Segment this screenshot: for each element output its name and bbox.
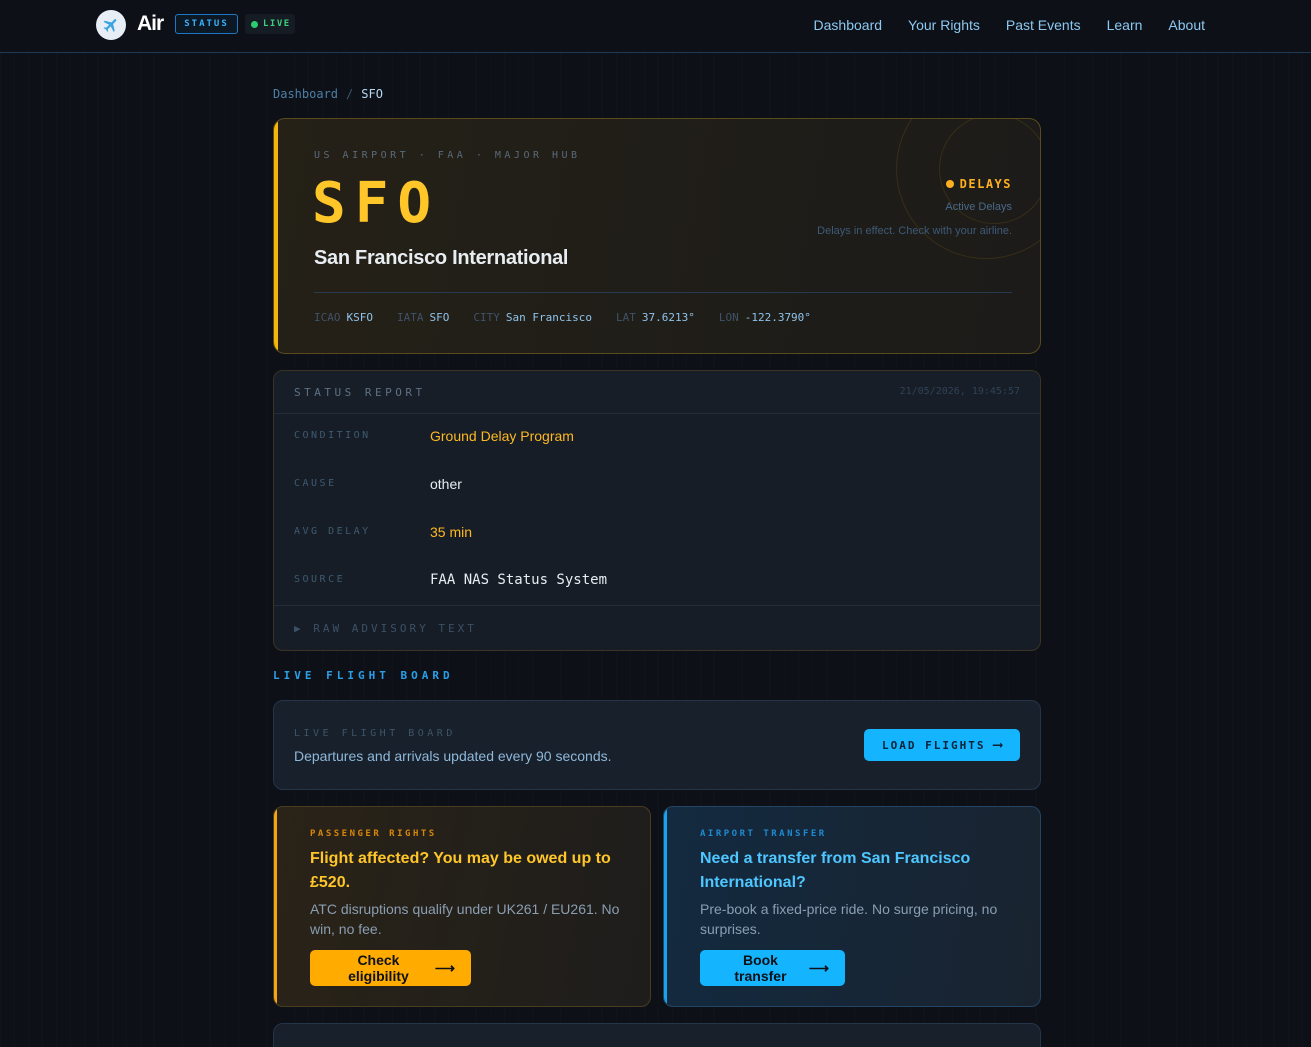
promo-accent-bar (274, 807, 277, 1006)
meta-key: LON (718, 311, 739, 324)
nav-link-past-events[interactable]: Past Events (1006, 17, 1081, 33)
top-navbar: Air STATUS LIVE Dashboard Your Rights Pa… (0, 0, 1311, 53)
report-row-value: other (430, 476, 462, 492)
meta-city: CITY San Francisco (473, 311, 592, 324)
meta-key: LAT (615, 311, 636, 324)
book-transfer-label: Book transfer (734, 952, 787, 984)
meta-lon: LON -122.3790° (719, 311, 811, 324)
report-row-value: 35 min (430, 524, 473, 540)
meta-lat: LAT 37.6213° (616, 311, 695, 324)
delay-status-description: Delays in effect. Check with your airlin… (817, 225, 1012, 237)
status-report-header: STATUS REPORT 21/05/2026, 19:45:57 (274, 371, 1040, 414)
check-eligibility-button[interactable]: Check eligibility ⟶ (310, 950, 471, 986)
meta-value: -122.3790° (744, 311, 811, 324)
meta-value: KSFO (346, 311, 374, 324)
raw-advisory-toggle[interactable]: ▶ RAW ADVISORY TEXT (274, 605, 1040, 650)
live-dot-icon (251, 20, 258, 28)
status-report-timestamp: 21/05/2026, 19:45:57 (899, 386, 1020, 397)
promo-title: Flight affected? You may be owed up to £… (310, 850, 611, 891)
status-dot-icon (945, 180, 954, 188)
delay-status-subtitle: Active Delays (945, 201, 1012, 213)
next-section-card (273, 1023, 1041, 1047)
promo-title: Need a transfer from San Francisco Inter… (700, 850, 971, 891)
report-row-key: CAUSE (294, 478, 337, 489)
airport-hero-card: US AIRPORT · FAA · MAJOR HUB SFO San Fra… (273, 118, 1041, 354)
status-report-card: STATUS REPORT 21/05/2026, 19:45:57 CONDI… (273, 370, 1041, 651)
nav-links: Dashboard Your Rights Past Events Learn … (814, 17, 1205, 33)
promo-kicker: AIRPORT TRANSFER (700, 829, 827, 839)
breadcrumb-current: SFO (361, 87, 383, 101)
airport-transfer-card: AIRPORT TRANSFER Need a transfer from Sa… (663, 806, 1041, 1007)
airplane-icon[interactable] (96, 10, 126, 40)
arrow-right-icon: ⟶ (434, 959, 455, 976)
load-flights-button[interactable]: LOAD FLIGHTS ⟶ (864, 729, 1020, 761)
book-transfer-button[interactable]: Book transfer ⟶ (700, 950, 845, 986)
report-row-key: CONDITION (294, 430, 371, 441)
report-row-avg-delay: AVG DELAY 35 min (274, 510, 1040, 558)
airport-meta: ICAO KSFO IATA SFO CITY San Francisco LAT 37… (314, 311, 811, 324)
meta-icao: ICAO KSFO (314, 311, 373, 324)
nav-link-dashboard[interactable]: Dashboard (814, 17, 883, 33)
report-row-source: SOURCE FAA NAS Status System (274, 558, 1040, 606)
app-logo-text[interactable]: Air (137, 12, 164, 36)
nav-link-your-rights[interactable]: Your Rights (908, 17, 980, 33)
airport-name: San Francisco International (314, 247, 569, 269)
promo-body: Pre-book a fixed-price ride. No surge pr… (700, 901, 998, 937)
report-row-key: AVG DELAY (294, 526, 371, 537)
promo-body: ATC disruptions qualify under UK261 / EU… (310, 901, 620, 937)
status-report-title: STATUS REPORT (294, 386, 426, 399)
meta-key: ICAO (314, 311, 341, 324)
meta-value: San Francisco (505, 311, 592, 324)
report-row-value: Ground Delay Program (430, 428, 574, 444)
promo-accent-bar (664, 807, 667, 1006)
board-label: LIVE FLIGHT BOARD (294, 728, 456, 739)
live-badge: LIVE (245, 14, 295, 34)
live-flight-board-heading: LIVE FLIGHT BOARD (273, 669, 454, 682)
passenger-rights-card: PASSENGER RIGHTS Flight affected? You ma… (273, 806, 651, 1007)
meta-value: 37.6213° (641, 311, 695, 324)
airport-subtitle: US AIRPORT · FAA · MAJOR HUB (314, 150, 581, 161)
report-row-key: SOURCE (294, 574, 346, 585)
divider (314, 292, 1012, 293)
meta-value: SFO (429, 311, 450, 324)
delay-status-badge: DELAYS (945, 177, 1012, 191)
raw-advisory-text: RAW ADVISORY TEXT (313, 622, 477, 635)
meta-iata: IATA SFO (397, 311, 449, 324)
check-eligibility-label: Check eligibility (348, 952, 409, 984)
report-row-value: FAA NAS Status System (430, 572, 608, 588)
nav-link-about[interactable]: About (1168, 17, 1205, 33)
meta-key: CITY (473, 311, 500, 324)
nav-link-learn[interactable]: Learn (1107, 17, 1143, 33)
board-description: Departures and arrivals updated every 90… (294, 748, 612, 764)
live-badge-label: LIVE (263, 19, 291, 29)
breadcrumb: Dashboard / SFO (273, 87, 383, 101)
report-row-cause: CAUSE other (274, 462, 1040, 510)
hero-accent-bar (274, 119, 278, 353)
airport-code: SFO (312, 171, 441, 236)
arrow-right-icon: ⟶ (808, 959, 829, 976)
meta-key: IATA (397, 311, 424, 324)
live-flight-board-card: LIVE FLIGHT BOARD Departures and arrival… (273, 700, 1041, 790)
delay-status-label: DELAYS (959, 177, 1012, 191)
promo-kicker: PASSENGER RIGHTS (310, 829, 437, 839)
breadcrumb-separator: / (346, 87, 354, 101)
arrow-right-icon: ⟶ (993, 737, 1002, 753)
status-badge: STATUS (175, 14, 238, 34)
load-flights-label: LOAD FLIGHTS (882, 738, 986, 752)
triangle-right-icon: ▶ (294, 622, 304, 635)
raw-advisory-label[interactable]: ▶ RAW ADVISORY TEXT (294, 622, 477, 635)
airplane-icon-svg (103, 19, 117, 32)
breadcrumb-dashboard[interactable]: Dashboard (273, 87, 338, 101)
report-row-condition: CONDITION Ground Delay Program (274, 414, 1040, 462)
